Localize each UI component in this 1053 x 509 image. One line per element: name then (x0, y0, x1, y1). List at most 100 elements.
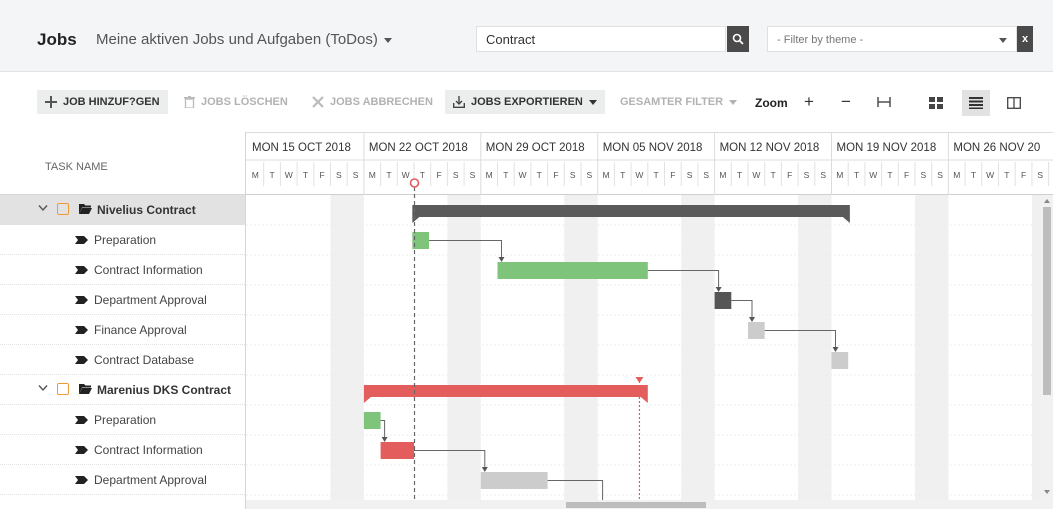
summary-bar-end-tab (640, 397, 648, 403)
row-checkbox[interactable] (57, 383, 69, 395)
task-label: Contract Information (94, 262, 203, 277)
task-rows: Nivelius Contract Preparation Contract I… (0, 195, 245, 495)
add-job-button[interactable]: JOB HINZUF?GEN (37, 90, 168, 114)
week-label: MON 12 NOV 2018 (720, 142, 820, 154)
summary-bar[interactable] (412, 205, 850, 217)
task-flag-icon (75, 326, 88, 334)
task-name-column-header: TASK NAME (0, 132, 246, 195)
task-row[interactable]: Preparation (0, 225, 245, 255)
horizontal-scrollbar-thumb[interactable] (566, 502, 706, 508)
trash-icon (184, 96, 195, 108)
day-letter: S (336, 170, 342, 180)
day-letter: T (654, 170, 659, 180)
task-bar[interactable] (714, 292, 732, 309)
zoom-out-button[interactable]: − (834, 90, 858, 114)
day-letter: T (537, 170, 542, 180)
dependency-arrow (481, 467, 488, 472)
task-bar[interactable] (380, 442, 414, 459)
day-letter: M (369, 170, 376, 180)
row-checkbox[interactable] (57, 203, 69, 215)
day-letter: W (635, 170, 643, 180)
day-letter: S (937, 170, 943, 180)
task-label: Department Approval (94, 472, 207, 487)
task-flag-icon (75, 476, 88, 484)
view-gantt-button[interactable] (962, 90, 990, 116)
day-letter: S (570, 170, 576, 180)
view-grid-button[interactable] (922, 90, 950, 116)
chevron-down-icon (729, 99, 738, 105)
day-letter: T (770, 170, 775, 180)
group-row[interactable]: Marenius DKS Contract (0, 375, 245, 405)
toolbar: JOB HINZUF?GEN JOBS LÖSCHEN JOBS ABBRECH… (0, 72, 1053, 132)
day-letter: M (953, 170, 960, 180)
task-bar[interactable] (480, 472, 548, 489)
today-marker-icon (409, 178, 420, 188)
day-letter: W (519, 170, 527, 180)
delete-jobs-button[interactable]: JOBS LÖSCHEN (184, 90, 288, 114)
task-row[interactable]: Contract Information (0, 435, 245, 465)
task-row[interactable]: Contract Database (0, 345, 245, 375)
task-bar[interactable] (363, 412, 381, 429)
weekend-shade (564, 195, 598, 509)
cancel-jobs-button[interactable]: JOBS ABBRECHEN (312, 90, 433, 114)
task-row[interactable]: Preparation (0, 405, 245, 435)
day-letter: T (303, 170, 308, 180)
task-row[interactable]: Contract Information (0, 255, 245, 285)
day-letter: F (670, 170, 675, 180)
zoom-in-button[interactable]: + (797, 90, 821, 114)
folder-open-icon (79, 384, 92, 394)
theme-filter-select[interactable]: - Filter by theme - (767, 26, 1017, 52)
weekend-shade (447, 195, 481, 509)
task-bar[interactable] (748, 322, 765, 339)
zoom-label: Zoom (755, 96, 788, 110)
search-button[interactable] (727, 26, 749, 52)
day-letter: W (869, 170, 877, 180)
total-filter-button[interactable]: GESAMTER FILTER (620, 90, 738, 114)
chevron-down-icon[interactable] (38, 384, 48, 392)
task-flag-icon (75, 236, 88, 244)
vertical-scrollbar-thumb[interactable] (1043, 207, 1051, 395)
task-label: Preparation (94, 232, 157, 247)
chevron-down-icon (383, 38, 392, 43)
dependency-arrow (381, 437, 388, 442)
day-letter: F (904, 170, 909, 180)
gantt-canvas[interactable]: MON 15 OCT 2018 MON 22 OCT 2018 MON 29 OCT… (246, 132, 1053, 509)
day-letter: M (486, 170, 493, 180)
view-split-button[interactable] (1000, 90, 1028, 116)
task-bar[interactable] (497, 262, 648, 279)
week-label: MON 05 NOV 2018 (603, 142, 703, 154)
task-label: Department Approval (94, 292, 207, 307)
task-row[interactable]: Department Approval (0, 285, 245, 315)
chevron-down-icon[interactable] (38, 204, 48, 212)
group-row[interactable]: Nivelius Contract (0, 195, 245, 225)
day-letter: W (402, 170, 410, 180)
task-row[interactable]: Department Approval (0, 465, 245, 495)
day-letter: S (687, 170, 693, 180)
search-input[interactable] (476, 26, 726, 52)
tools-cross-icon (312, 96, 324, 108)
task-bar[interactable] (831, 352, 849, 369)
delete-jobs-label: JOBS LÖSCHEN (201, 96, 288, 108)
dependency-arrow (715, 287, 722, 292)
week-label: MON 26 NOV 20 (953, 142, 1040, 154)
task-flag-icon (75, 446, 88, 454)
day-letter: S (353, 170, 359, 180)
export-jobs-button[interactable]: JOBS EXPORTIEREN (445, 90, 605, 114)
day-letter: T (887, 170, 892, 180)
task-name-header-label: TASK NAME (45, 161, 108, 173)
view-selector[interactable]: Meine aktiven Jobs und Aufgaben (ToDos) (96, 31, 392, 48)
day-letter: F (787, 170, 792, 180)
task-row[interactable]: Finance Approval (0, 315, 245, 345)
zoom-fit-button[interactable] (872, 90, 896, 114)
summary-bar[interactable] (363, 385, 648, 397)
task-label: Finance Approval (94, 322, 187, 337)
day-letter: W (752, 170, 760, 180)
day-letter: S (470, 170, 476, 180)
task-label: Preparation (94, 412, 157, 427)
total-filter-label: GESAMTER FILTER (620, 96, 724, 108)
gantt-chart[interactable]: MON 15 OCT 2018 MON 22 OCT 2018 MON 29 OCT… (246, 132, 1053, 509)
day-letter: T (386, 170, 391, 180)
filter-clear-button[interactable]: x (1017, 26, 1033, 52)
weekend-shade (798, 195, 832, 509)
week-label: MON 29 OCT 2018 (486, 142, 585, 154)
